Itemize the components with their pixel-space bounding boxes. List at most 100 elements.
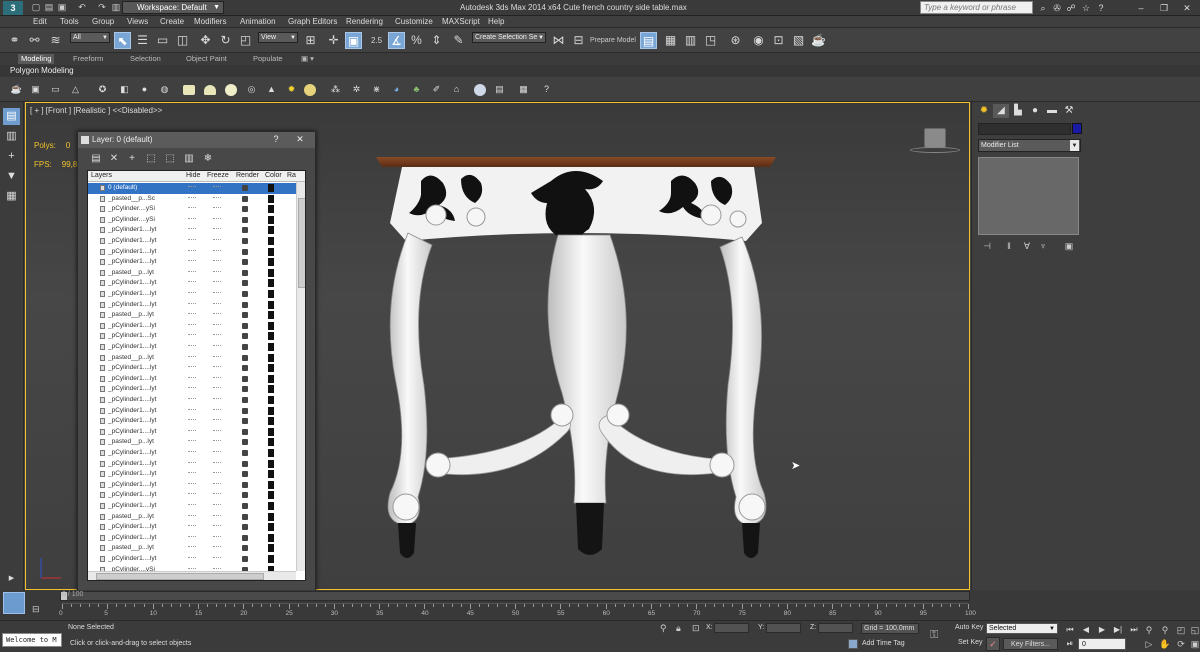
hide-toggle[interactable]: [188, 355, 196, 358]
render-frame-window-icon[interactable]: ▧: [790, 32, 807, 49]
freeze-toggle[interactable]: [213, 345, 221, 347]
layers-side-icon[interactable]: ▥: [3, 128, 20, 145]
layer-color-swatch[interactable]: [268, 353, 274, 362]
layer-row[interactable]: _pCylinder....ySi: [88, 204, 299, 215]
previous-frame-icon[interactable]: ◀: [1079, 624, 1093, 635]
layer-color-swatch[interactable]: [268, 512, 274, 521]
render-teapot-icon[interactable]: [242, 428, 248, 435]
app-logo-icon[interactable]: 3: [3, 1, 23, 15]
timeline-ruler[interactable]: 0 5 10 15 20 25 30 35 40 45 50 55 60 65 70 75 80 85 90 95 10…: [59, 603, 976, 619]
hide-toggle[interactable]: [188, 366, 196, 368]
cylinder-icon[interactable]: ◍: [157, 82, 172, 97]
render-teapot-icon[interactable]: [242, 238, 248, 244]
layer-dialog-titlebar[interactable]: Layer: 0 (default) ? ✕: [78, 132, 315, 148]
layer-color-swatch[interactable]: [268, 406, 274, 415]
freeze-toggle[interactable]: [213, 493, 221, 495]
layer-row[interactable]: _pCylinder1....lyt: [88, 300, 299, 311]
render-teapot-icon[interactable]: [242, 280, 248, 287]
layer-row[interactable]: _pCylinder1....lyt: [88, 321, 299, 332]
render-teapot-icon[interactable]: [242, 333, 248, 340]
freeze-toggle[interactable]: [213, 482, 221, 485]
freeze-toggle[interactable]: [213, 398, 221, 400]
layer-row[interactable]: _pasted__p...lyt: [88, 353, 299, 364]
column-hide[interactable]: Hide: [186, 172, 200, 179]
foliage-icon[interactable]: ♣: [409, 82, 424, 97]
pivot-center-icon[interactable]: ⊞: [302, 32, 319, 49]
hide-toggle[interactable]: [188, 281, 196, 283]
layer-row[interactable]: _pasted__p...lyt: [88, 437, 299, 448]
freeze-toggle[interactable]: [213, 546, 221, 548]
freeze-toggle[interactable]: [213, 217, 221, 220]
menu-group[interactable]: Group: [92, 17, 114, 26]
omni-light-icon[interactable]: [304, 84, 316, 96]
vertical-scrollbar[interactable]: [296, 182, 305, 571]
layer-row[interactable]: _pCylinder1....lyt: [88, 363, 299, 374]
layer-color-swatch[interactable]: [268, 449, 274, 457]
pan-icon[interactable]: ✋: [1158, 637, 1172, 651]
layer-color-swatch[interactable]: [268, 332, 274, 341]
help-icon[interactable]: ?: [1095, 2, 1107, 14]
layer-row[interactable]: _pCylinder1....lyt: [88, 469, 299, 480]
menu-views[interactable]: Views: [127, 17, 148, 26]
undo-icon[interactable]: ↶: [76, 2, 88, 13]
play-icon[interactable]: ▶: [1095, 624, 1109, 635]
freeze-toggle[interactable]: [213, 249, 221, 252]
freeze-toggle[interactable]: [213, 239, 221, 241]
select-manipulate-icon[interactable]: ✛: [325, 32, 342, 49]
scene-explorer-icon[interactable]: ▤: [640, 32, 657, 49]
layer-color-swatch[interactable]: [268, 427, 274, 436]
key-mode-dropdown[interactable]: Selected ▼: [986, 623, 1058, 634]
column-layers[interactable]: Layers: [91, 172, 112, 179]
freeze-toggle[interactable]: [213, 419, 221, 421]
material-sphere-icon[interactable]: [474, 84, 486, 96]
select-by-name-icon[interactable]: ☰: [134, 32, 151, 49]
layer-row[interactable]: _pCylinder1....lyt: [88, 427, 299, 438]
render-teapot-icon[interactable]: [242, 312, 248, 319]
layer-color-swatch[interactable]: [268, 300, 274, 309]
layer-color-swatch[interactable]: [268, 533, 274, 542]
freeze-toggle[interactable]: [213, 504, 221, 506]
freeze-toggle[interactable]: [213, 387, 221, 389]
layer-color-swatch[interactable]: [268, 184, 274, 192]
render-teapot-icon[interactable]: [242, 185, 248, 191]
freeze-toggle[interactable]: [213, 567, 221, 570]
horizontal-scrollbar[interactable]: [88, 571, 296, 580]
freeze-toggle[interactable]: [213, 355, 221, 358]
highlight-layer-icon[interactable]: ⬚: [162, 152, 178, 166]
freeze-toggle[interactable]: [213, 472, 221, 474]
search-input[interactable]: Type a keyword or phrase: [920, 1, 1033, 14]
key-filters-button[interactable]: Key Filters...: [1003, 638, 1058, 650]
layer-row[interactable]: _pasted__p...lyt: [88, 268, 299, 279]
layer-color-swatch[interactable]: [268, 364, 274, 373]
layer-color-swatch[interactable]: [268, 321, 274, 330]
particle-icon[interactable]: ⁂: [328, 82, 343, 97]
mirror-icon[interactable]: ⋈: [550, 32, 567, 49]
menu-maxscript[interactable]: MAXScript: [442, 17, 480, 26]
viewport-label[interactable]: [ + ] [Front ] [Realistic ] <<Disabled>>: [30, 106, 162, 115]
hide-toggle[interactable]: [188, 345, 196, 347]
freeze-toggle[interactable]: [213, 302, 221, 305]
open-file-icon[interactable]: ▤: [43, 2, 55, 13]
freeze-toggle[interactable]: [213, 440, 221, 442]
layer-row[interactable]: _pCylinder1....lyt: [88, 331, 299, 342]
freeze-toggle[interactable]: [213, 451, 221, 453]
sphere-icon[interactable]: ●: [137, 82, 152, 97]
angle-snap-icon[interactable]: ∡: [388, 32, 405, 49]
hide-toggle[interactable]: [188, 398, 196, 400]
hide-toggle[interactable]: [188, 323, 196, 326]
hide-toggle[interactable]: [188, 196, 196, 199]
maximize-viewport-icon[interactable]: ▣: [1188, 637, 1200, 651]
set-key-label[interactable]: Set Key: [958, 639, 983, 646]
hide-toggle[interactable]: [188, 567, 196, 570]
go-to-start-icon[interactable]: ⏮: [1063, 624, 1077, 635]
reference-coordinate-dropdown[interactable]: View ▼: [258, 32, 298, 43]
layer-row[interactable]: _pCylinder1....lyt: [88, 374, 299, 385]
hide-toggle[interactable]: [188, 514, 196, 517]
layer-color-swatch[interactable]: [268, 215, 274, 224]
layer-color-swatch[interactable]: [268, 555, 274, 563]
key-mode-toggle-icon[interactable]: ⏯: [1063, 638, 1077, 649]
close-button[interactable]: ✕: [290, 133, 310, 145]
hide-toggle[interactable]: [188, 535, 196, 538]
layer-color-swatch[interactable]: [268, 237, 274, 245]
hide-toggle[interactable]: [188, 429, 196, 432]
